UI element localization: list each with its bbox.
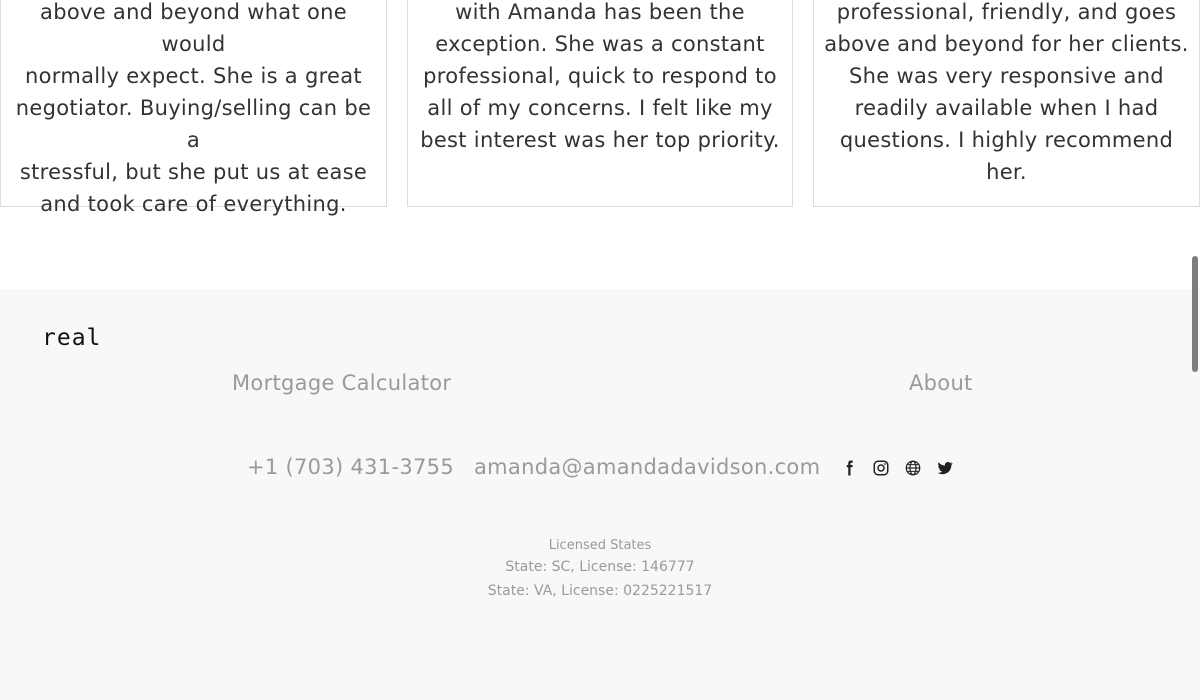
testimonial-line: above and beyond what one would xyxy=(40,0,347,56)
testimonial-card: above and beyond what one would normally… xyxy=(0,0,387,216)
testimonial-line: with Amanda has been the xyxy=(455,0,745,24)
license-va: State: VA, License: 0225221517 xyxy=(487,583,713,599)
testimonial-card: professional, friendly, and goes above a… xyxy=(813,0,1200,207)
facebook-icon[interactable] xyxy=(840,459,858,477)
brand-logo[interactable]: real xyxy=(42,325,101,351)
email-link[interactable]: amanda@amandadavidson.com xyxy=(474,455,820,479)
testimonial-line: She was very responsive and xyxy=(849,64,1164,88)
testimonial-line: professional, quick to respond to xyxy=(423,64,777,88)
instagram-icon[interactable] xyxy=(872,459,890,477)
page-scrollbar-thumb[interactable] xyxy=(1192,256,1198,372)
testimonial-card: with Amanda has been the exception. She … xyxy=(407,0,793,207)
social-icons-bar xyxy=(840,459,954,477)
testimonial-line: normally expect. She is a great xyxy=(25,64,362,88)
testimonial-line: readily available when I had xyxy=(854,96,1159,120)
testimonial-line: her. xyxy=(986,160,1027,184)
testimonial-text: above and beyond what one would normally… xyxy=(1,0,386,220)
licenses-heading: Licensed States xyxy=(548,538,652,553)
globe-icon[interactable] xyxy=(904,459,922,477)
testimonials-section: above and beyond what one would normally… xyxy=(0,0,1200,216)
testimonial-line: questions. I highly recommend xyxy=(839,128,1174,152)
testimonial-text: with Amanda has been the exception. She … xyxy=(408,0,792,156)
testimonial-line: exception. She was a constant xyxy=(435,32,765,56)
about-link[interactable]: About xyxy=(909,371,973,395)
testimonial-line: and took care of everything. xyxy=(40,192,347,216)
testimonial-line: above and beyond for her clients. xyxy=(824,32,1189,56)
testimonial-line: professional, friendly, and goes xyxy=(836,0,1177,24)
testimonial-line: negotiator. Buying/selling can be a xyxy=(15,96,372,152)
testimonial-line: all of my concerns. I felt like my xyxy=(427,96,773,120)
phone-link[interactable]: +1 (703) 431-3755 xyxy=(247,455,454,479)
site-footer: real Mortgage Calculator About +1 (703) … xyxy=(0,289,1200,700)
mortgage-calculator-link[interactable]: Mortgage Calculator xyxy=(232,371,451,395)
testimonial-line: best interest was her top priority. xyxy=(420,128,780,152)
twitter-icon[interactable] xyxy=(936,459,954,477)
testimonial-line: stressful, but she put us at ease xyxy=(19,160,368,184)
license-sc: State: SC, License: 146777 xyxy=(505,559,695,575)
testimonial-text: professional, friendly, and goes above a… xyxy=(814,0,1199,188)
